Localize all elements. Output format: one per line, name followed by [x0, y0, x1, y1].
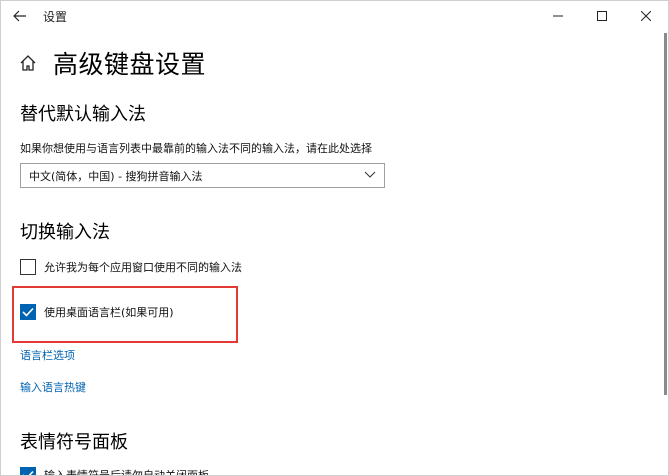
- emoji-autoclose-label: 输入表情符号后请勿自动关闭面板: [44, 469, 209, 476]
- close-button[interactable]: [624, 1, 668, 31]
- checkbox-row-desktop-langbar[interactable]: 使用桌面语言栏(如果可用): [20, 304, 174, 320]
- checkbox-row-emoji-autoclose[interactable]: 输入表情符号后请勿自动关闭面板: [20, 467, 209, 476]
- title-bar: 设置: [1, 1, 668, 31]
- app-title: 设置: [43, 9, 68, 24]
- chevron-down-icon: [364, 171, 376, 178]
- home-icon[interactable]: [19, 54, 37, 72]
- emoji-autoclose-checkbox[interactable]: [20, 467, 36, 475]
- maximize-icon: [597, 11, 607, 21]
- langbar-options-link[interactable]: 语言栏选项: [20, 347, 75, 363]
- close-icon: [641, 11, 651, 21]
- checkmark-icon: [22, 307, 34, 317]
- per-app-ime-label: 允许我为每个应用窗口使用不同的输入法: [44, 261, 242, 274]
- default-ime-select-value: 中文(简体，中国) - 搜狗拼音输入法: [29, 169, 203, 183]
- desktop-langbar-label: 使用桌面语言栏(如果可用): [44, 306, 174, 319]
- per-app-ime-checkbox[interactable]: [20, 259, 36, 275]
- section-title-switch-ime: 切换输入法: [20, 222, 110, 243]
- section-title-default-ime: 替代默认输入法: [20, 104, 146, 125]
- maximize-button[interactable]: [580, 1, 624, 31]
- arrow-left-icon: [13, 10, 26, 22]
- settings-window: 设置 高级键盘设置 替代默认输入法 如果你想使用与语言列表中最靠前的输入法不同的…: [0, 0, 669, 476]
- window-controls: [536, 1, 668, 31]
- page-title: 高级键盘设置: [53, 50, 207, 79]
- language-hotkeys-link[interactable]: 输入语言热键: [20, 379, 86, 395]
- back-button[interactable]: [1, 1, 39, 31]
- scrollbar[interactable]: [664, 33, 667, 395]
- minimize-button[interactable]: [536, 1, 580, 31]
- minimize-icon: [553, 15, 563, 17]
- page-header: 高级键盘设置: [19, 45, 206, 81]
- desktop-langbar-checkbox[interactable]: [20, 304, 36, 320]
- default-ime-select[interactable]: 中文(简体，中国) - 搜狗拼音输入法: [20, 163, 385, 188]
- section-title-emoji-panel: 表情符号面板: [20, 432, 128, 453]
- default-ime-description: 如果你想使用与语言列表中最靠前的输入法不同的输入法，请在此处选择: [20, 142, 372, 155]
- checkmark-icon: [23, 470, 34, 475]
- checkbox-row-per-app-ime[interactable]: 允许我为每个应用窗口使用不同的输入法: [20, 259, 242, 275]
